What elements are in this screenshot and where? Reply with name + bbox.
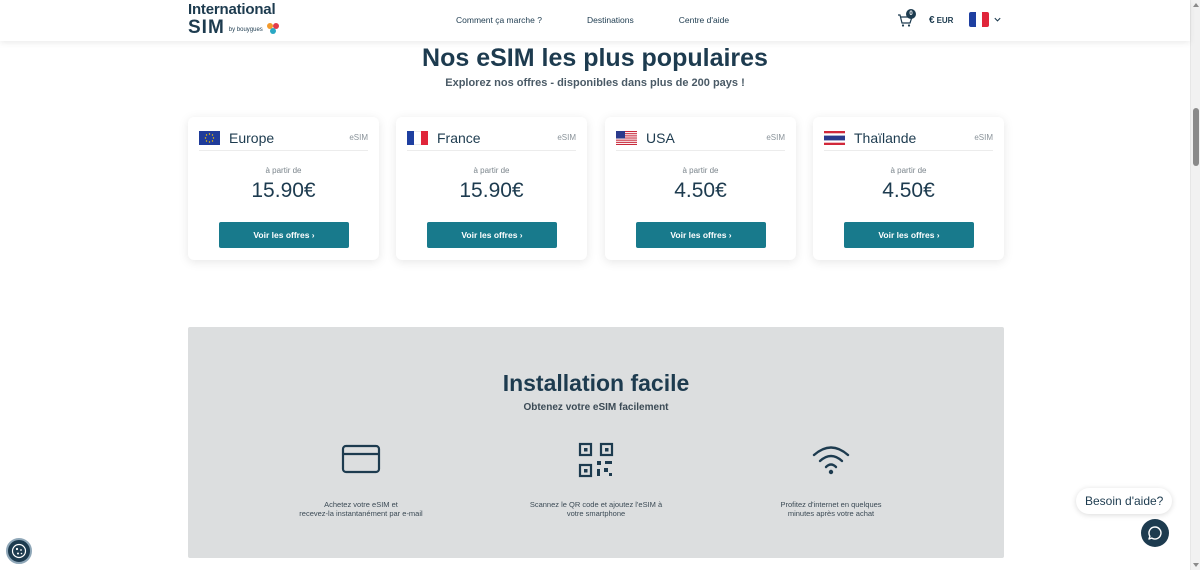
installation-title: Installation facile (502, 370, 690, 396)
scroll-up-arrow-icon[interactable] (1193, 3, 1199, 7)
chat-button[interactable] (1141, 519, 1169, 547)
card-destination-name: Europe (229, 129, 275, 146)
nav-link-destinations[interactable]: Destinations (587, 15, 634, 25)
currency-code: EUR (936, 16, 954, 25)
card-destination-name: USA (646, 129, 675, 146)
logo-text-by: by bouygues (228, 26, 263, 33)
currency-symbol: € (929, 15, 935, 26)
view-offers-button[interactable]: Voir les offres › (636, 222, 766, 248)
bouygues-logo-icon (266, 23, 279, 35)
view-offers-button[interactable]: Voir les offres › (427, 222, 557, 248)
scrollbar-thumb[interactable] (1193, 108, 1199, 166)
card-destination-name: France (437, 129, 481, 146)
chevron-down-icon (994, 17, 1001, 22)
nav-link-how-it-works[interactable]: Comment ça marche ? (456, 15, 542, 25)
page-scrollbar[interactable] (1190, 0, 1200, 570)
install-step-text: Achetez votre eSIM et recevez-la instant… (299, 500, 423, 518)
install-step-text: Scannez le QR code et ajoutez l'eSIM à v… (529, 500, 663, 518)
france-flag-icon (969, 12, 989, 27)
card-price: 15.90€ (251, 179, 316, 202)
site-header: International SIM by bouygues Comment ça… (0, 0, 1190, 41)
card-from-label: à partir de (682, 166, 719, 175)
currency-selector[interactable]: € EUR (929, 15, 953, 26)
nav-link-help-center[interactable]: Centre d'aide (679, 15, 729, 25)
qr-code-icon (578, 442, 614, 478)
wifi-icon (812, 446, 850, 475)
cookie-settings-button[interactable] (6, 538, 32, 564)
card-esim-tag: eSIM (766, 133, 785, 142)
scroll-down-arrow-icon[interactable] (1193, 563, 1199, 567)
card-from-label: à partir de (890, 166, 927, 175)
view-offers-button[interactable]: Voir les offres › (844, 222, 974, 248)
card-price: 4.50€ (882, 179, 935, 202)
install-step-text: Profitez d'internet en quelques minutes … (780, 500, 882, 518)
install-step-buy: Achetez votre eSIM et recevez-la instant… (286, 440, 436, 518)
view-offers-button[interactable]: Voir les offres › (219, 222, 349, 248)
logo-text-international: International (188, 1, 276, 18)
site-logo[interactable]: International SIM by bouygues (188, 2, 279, 37)
installation-subtitle: Obtenez votre eSIM facilement (523, 402, 669, 413)
main-nav: Comment ça marche ? Destinations Centre … (456, 15, 729, 25)
card-price: 15.90€ (459, 179, 524, 202)
esim-card-usa: USA eSIM à partir de 4.50€ Voir les offr… (605, 117, 796, 260)
cookie-icon (11, 543, 27, 559)
help-bubble[interactable]: Besoin d'aide? (1076, 488, 1173, 514)
card-esim-tag: eSIM (974, 133, 993, 142)
card-price: 4.50€ (674, 179, 727, 202)
language-selector[interactable] (969, 12, 1002, 27)
card-from-label: à partir de (473, 166, 510, 175)
popular-subtitle: Explorez nos offres - disponibles dans p… (445, 77, 745, 89)
card-from-label: à partir de (265, 166, 302, 175)
cart-count-badge: 0 (906, 9, 916, 19)
chat-bubble-icon (1148, 526, 1162, 540)
card-esim-tag: eSIM (349, 133, 368, 142)
esim-card-thailand: Thaïlande eSIM à partir de 4.50€ Voir le… (813, 117, 1004, 260)
credit-card-icon (341, 444, 381, 474)
logo-text-sim: SIM (188, 17, 225, 38)
usa-flag-icon (616, 130, 637, 145)
esim-card-france: France eSIM à partir de 15.90€ Voir les … (396, 117, 587, 260)
install-step-enjoy: Profitez d'internet en quelques minutes … (756, 440, 906, 518)
card-esim-tag: eSIM (557, 133, 576, 142)
thailand-flag-icon (824, 130, 845, 145)
installation-section: Installation facile Obtenez votre eSIM f… (188, 327, 1004, 558)
popular-title: Nos eSIM les plus populaires (422, 44, 768, 72)
install-step-scan: Scannez le QR code et ajoutez l'eSIM à v… (521, 440, 671, 518)
card-destination-name: Thaïlande (854, 129, 917, 146)
esim-card-europe: Europe eSIM à partir de 15.90€ Voir les … (188, 117, 379, 260)
eu-flag-icon (199, 130, 220, 145)
france-flag-icon (407, 130, 428, 145)
